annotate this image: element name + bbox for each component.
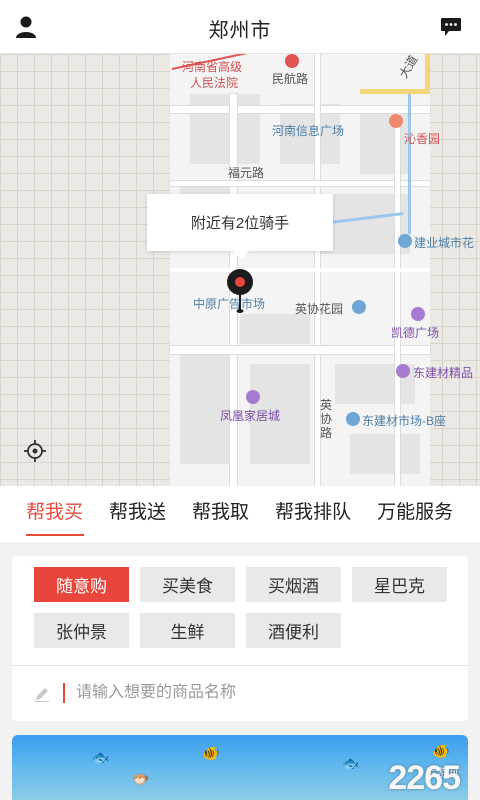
watermark-logo: 2265 (388, 759, 461, 797)
poi-mall-icon (411, 307, 425, 321)
map-label-jianye-city: 建业城市花 (414, 236, 475, 250)
order-panel: 随意购 买美食 买烟酒 星巴克 张仲景 生鲜 酒便利 (12, 556, 468, 721)
text-caret (63, 683, 65, 703)
map-label-dongjian-boutique: 东建材精品 (413, 366, 474, 380)
map-label-kaide-plaza: 凯德广场 (391, 326, 440, 340)
poi-residence-icon (398, 234, 412, 248)
map-label-yingxie-garden: 英协花园 (295, 302, 344, 316)
map-label-fuyuan-road: 福元路 (228, 166, 265, 180)
fish-icon: 🐠 (432, 743, 450, 759)
map-label-qinxiang-garden: 沁香园 (404, 132, 441, 146)
pencil-icon (35, 688, 49, 702)
poi-market-icon (346, 412, 360, 426)
fish-icon: 🐡 (132, 771, 150, 787)
tab-help-deliver[interactable]: 帮我送 (96, 486, 179, 542)
poi-furniture-icon (246, 390, 260, 404)
map-label-yingxie-road: 英 协 路 (320, 398, 333, 440)
map-label-minhang-road: 民航路 (272, 72, 309, 86)
chip-casual-buy[interactable]: 随意购 (34, 567, 129, 602)
tab-help-queue[interactable]: 帮我排队 (262, 486, 364, 542)
map-label-court-2: 人民法院 (190, 76, 239, 90)
tab-help-pickup[interactable]: 帮我取 (179, 486, 262, 542)
chat-bubble-icon[interactable] (440, 17, 462, 37)
chip-buy-tobacco-wine[interactable]: 买烟酒 (246, 567, 341, 602)
map-label-fenghuang-home: 凤凰家居城 (220, 409, 281, 423)
chip-zhangzhongjing[interactable]: 张仲景 (34, 613, 129, 648)
chip-liquor-convenience[interactable]: 酒便利 (246, 613, 341, 648)
chip-starbucks[interactable]: 星巴克 (352, 567, 447, 602)
poi-shop-icon (396, 364, 410, 378)
poi-restaurant-icon (389, 114, 403, 128)
chip-buy-food[interactable]: 买美食 (140, 567, 235, 602)
fish-icon: 🐟 (342, 755, 360, 771)
location-pin-icon[interactable] (226, 268, 254, 314)
fish-icon: 🐟 (92, 749, 110, 765)
poi-court-icon (285, 54, 299, 68)
crosshair-icon[interactable] (24, 440, 46, 462)
tab-help-buy[interactable]: 帮我买 (0, 486, 96, 542)
map-label-info-plaza: 河南信息广场 (272, 124, 345, 138)
chip-fresh[interactable]: 生鲜 (140, 613, 235, 648)
promo-banner[interactable]: 🐟 🐠 🐡 🐟 🐠 手游网 2265 (12, 735, 468, 800)
city-title[interactable]: 郑州市 (0, 14, 480, 43)
rider-count-bubble: 附近有2位骑手 (147, 194, 333, 259)
search-row (12, 666, 468, 721)
map-label-court-1: 河南省高级 (182, 60, 243, 74)
fish-icon: 🐠 (202, 745, 220, 761)
map-label-dongjian-market-b: 东建材市场-B座 (362, 414, 447, 428)
app-header: 郑州市 (0, 0, 480, 54)
poi-park-icon (352, 300, 366, 314)
service-tabs: 帮我买 帮我送 帮我取 帮我排队 万能服务 (0, 486, 480, 542)
tab-universal-service[interactable]: 万能服务 (364, 486, 466, 542)
product-search-input[interactable] (76, 678, 446, 708)
